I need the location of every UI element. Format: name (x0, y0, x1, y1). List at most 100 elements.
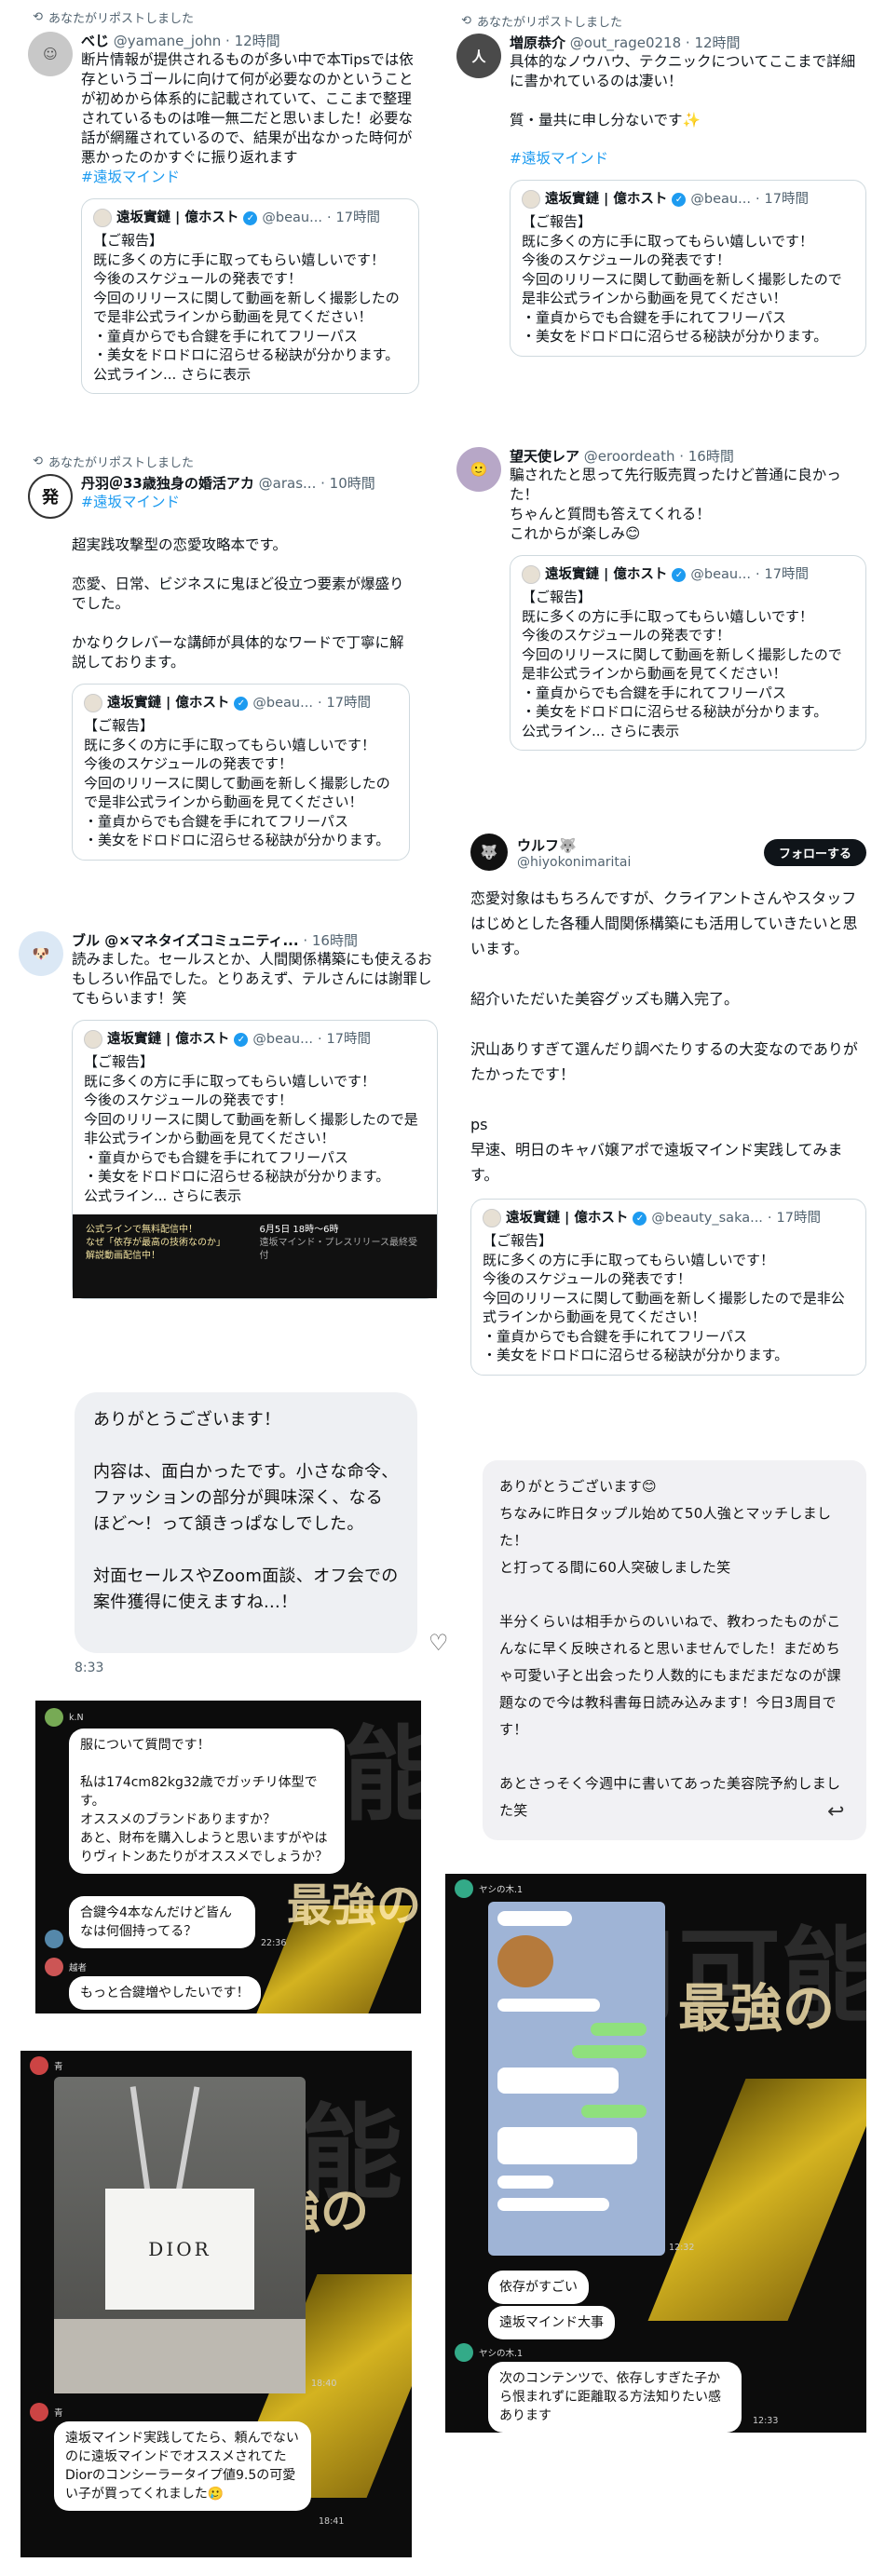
quoted-avatar (84, 1030, 102, 1049)
retweet-icon: ⟲ (33, 454, 43, 468)
quoted-tweet[interactable]: 遠坂實鏈 | 億ホスト ✓ @beauty_saka... · 17時間 【ご報告】 既… (470, 1199, 866, 1376)
tweet-text: 恋愛対象はもちろんですが、クライアントさんやスタッフはじめとした各種人間関係構築… (470, 889, 858, 1184)
chat-message: もっと合鍵増やしたいです！ (69, 1976, 261, 2010)
user-avatar[interactable] (30, 2403, 48, 2421)
tweet-buru[interactable]: 🐶 ブル @×マネタイズコミュニティ... · 16時間 読みました。セールスと… (19, 931, 438, 1360)
user-avatar[interactable] (30, 2056, 48, 2075)
avatar[interactable]: 🙂 (456, 447, 501, 492)
chat-time: 12:32 (669, 2243, 695, 2253)
tweet-niwa[interactable]: ⟲ あなたがリポストしました 発 丹羽＠33歳独身の婚活アカ @aras... ·… (28, 452, 419, 917)
tweet-text: 具体的なノウハウ、テクニックについてここまで詳細に書かれているのは凄い！ 質・量… (510, 53, 856, 129)
tweet-time[interactable]: 16時間 (688, 448, 734, 465)
show-more-link[interactable]: 公式ライン... さらに表示 (84, 1186, 426, 1205)
quoted-tweet[interactable]: 遠坂實鏈 | 億ホスト ✓ @beau... · 17時間 【ご報告】 既に多くの方に手… (72, 1020, 438, 1299)
user-avatar[interactable] (45, 1708, 63, 1727)
verified-icon: ✓ (243, 210, 258, 225)
user-avatar[interactable] (45, 1930, 63, 1948)
chat-time: 22:36 (261, 1938, 287, 1948)
dm-bubble-right: ありがとうございます😊 ちなみに昨日タップル始めて50人強とマッチしました！ と… (483, 1460, 866, 1840)
verified-icon: ✓ (234, 1032, 249, 1047)
avatar[interactable]: 🐺 (470, 834, 508, 871)
retweet-header: ⟲ あなたがリポストしました (28, 7, 419, 26)
quoted-text: 【ご報告】 既に多くの方に手に取ってもらい嬉しいです！ 今後のスケジュールの発表… (84, 717, 390, 848)
author-handle[interactable]: @yamane_john (114, 33, 221, 49)
quoted-text: 【ご報告】 既に多くの方に手に取ってもらい嬉しいです！ 今後のスケジュールの発表… (84, 1053, 418, 1185)
quoted-avatar (483, 1209, 501, 1227)
banner-sub: 遠坂マインド・プレスリリース最終受付 (259, 1237, 418, 1261)
avatar[interactable]: 🐶 (19, 931, 63, 976)
author-handle[interactable]: @eroordeath (584, 448, 675, 465)
chat-message: 遠坂マインド実践してたら、頼んでないのに遠坂マインドでオススメされてたDiorの… (54, 2421, 311, 2511)
quoted-text: 【ご報告】 既に多くの方に手に取ってもらい嬉しいです！ 今後のスケジュールの発表… (522, 213, 842, 345)
avatar[interactable]: 発 (28, 474, 73, 519)
retweet-icon: ⟲ (461, 13, 471, 28)
dm-time: 8:33 (75, 1661, 104, 1675)
hashtag[interactable]: #遠坂マインド (81, 168, 419, 187)
tweet-bezi[interactable]: ⟲ あなたがリポストしました ☺ べじ @yamane_john · 12時間 断… (28, 7, 419, 445)
tweet-wolf[interactable]: 🐺 ウルフ🐺 @hiyokonimaritai フォローする 恋愛対象はもちろん… (470, 834, 866, 1430)
tweet-time[interactable]: 12時間 (235, 33, 280, 49)
hashtag[interactable]: #遠坂マインド (81, 493, 419, 512)
tweet-text: 超実践攻撃型の恋愛攻略本です。 恋愛、日常、ビジネスに鬼ほど役立つ要素が爆盛りで… (72, 536, 404, 671)
author-handle[interactable]: @hiyokonimaritai (517, 855, 755, 870)
show-more-link[interactable]: 公式ライン... さらに表示 (522, 722, 854, 740)
verified-icon: ✓ (672, 567, 687, 582)
author-handle[interactable]: @aras... (259, 475, 317, 492)
follow-button[interactable]: フォローする (763, 838, 866, 866)
retweet-header: ⟲ あなたがリポストしました (456, 11, 866, 30)
chat-message: 遠坂マインド大事 (488, 2306, 615, 2339)
chat-message: 依存がすごい (488, 2271, 589, 2304)
chat-username: 青 (54, 2408, 63, 2419)
show-more-link[interactable]: 公式ライン... さらに表示 (93, 365, 407, 384)
like-heart-icon[interactable]: ♡ (429, 1630, 449, 1656)
chat-time: 18:41 (319, 2516, 345, 2527)
tweet-time[interactable]: 16時間 (312, 932, 358, 949)
chat-username: 青 (54, 2062, 63, 2072)
user-avatar[interactable] (455, 2343, 473, 2362)
hashtag[interactable]: #遠坂マインド (510, 149, 866, 169)
author-name[interactable]: 望天使レア (510, 448, 579, 465)
dm-bubble-left: ありがとうございます！ 内容は、面白かったです。小さな命令、ファッションの部分が… (75, 1392, 417, 1653)
author-name[interactable]: 増原恭介 (510, 34, 565, 51)
tweet-text: 読みました。セールスとか、人間関係構築にも使えるおもしろい作品でした。とりあえず… (72, 951, 432, 1007)
tweet-time[interactable]: 12時間 (694, 34, 740, 51)
author-name[interactable]: べじ (81, 33, 109, 49)
bg-text: 最強の (287, 1879, 421, 1932)
avatar[interactable]: 人 (456, 34, 501, 78)
author-handle[interactable]: @out_rage0218 (570, 34, 681, 51)
banner-left-text: 公式ラインで無料配信中！ なぜ「依存が最高の技術なのか」 解説動画配信中！ (86, 1224, 225, 1261)
chat-username: k.N (69, 1712, 84, 1723)
quoted-tweet[interactable]: 遠坂實鏈 | 億ホスト ✓ @beau... · 17時間 【ご報告】 既に多くの方に手… (510, 180, 866, 357)
chat-screenshot-3: 可能 強の 青 DIOR 18:40 青 遠坂マインド実践してたら、頼んでないの… (20, 2051, 412, 2557)
user-avatar[interactable] (455, 1879, 473, 1898)
quoted-text: 【ご報告】 既に多くの方に手に取ってもらい嬉しいです！ 今後のスケジュールの発表… (522, 589, 842, 720)
user-avatar[interactable] (45, 1958, 63, 1976)
quoted-tweet[interactable]: 遠坂實鏈 | 億ホスト ✓ @beau... · 17時間 【ご報告】 既に多くの方に手… (72, 684, 410, 861)
reply-arrow-icon[interactable]: ↩ (827, 1800, 844, 1824)
banner-date: 6月5日 18時〜6時 (259, 1224, 339, 1235)
retweet-header: ⟲ あなたがリポストしました (28, 452, 419, 470)
verified-icon: ✓ (672, 192, 687, 207)
quoted-tweet[interactable]: 遠坂實鏈 | 億ホスト ✓ @beau... · 17時間 【ご報告】 既に多くの方に手… (510, 555, 866, 751)
gold-decoration (647, 2079, 866, 2321)
promo-banner-image[interactable]: 公式ラインで無料配信中！ なぜ「依存が最高の技術なのか」 解説動画配信中！ 6月… (73, 1213, 437, 1298)
tweet-time[interactable]: 10時間 (330, 475, 375, 492)
author-name[interactable]: ウルフ🐺 (517, 835, 755, 855)
tweet-erecia[interactable]: 🙂 望天使レア @eroordeath · 16時間 騙されたと思って先行販売買… (456, 447, 866, 801)
quoted-avatar (522, 190, 540, 209)
verified-icon: ✓ (234, 696, 249, 711)
line-chat-screenshot-image[interactable] (488, 1902, 665, 2256)
verified-icon: ✓ (633, 1211, 647, 1226)
chat-username: ヤシの木.1 (479, 1885, 524, 1895)
author-name[interactable]: ブル @×マネタイズコミュニティ... (72, 932, 299, 949)
dior-bag-photo[interactable]: DIOR (54, 2077, 306, 2393)
chat-screenshot-2: 用可能 最強の ヤシの木.1 12:32 依存がすごい 遠坂マインド大事 ヤシの… (445, 1874, 866, 2433)
chat-username: 越者 (69, 1963, 88, 1973)
author-name[interactable]: 丹羽＠33歳独身の婚活アカ (81, 475, 254, 492)
chat-time: 18:40 (311, 2379, 337, 2389)
bear-sticker-icon (497, 1935, 553, 1987)
avatar[interactable]: ☺ (28, 32, 73, 76)
dior-logo: DIOR (105, 2189, 254, 2310)
quoted-tweet[interactable]: 遠坂實鏈 | 億ホスト ✓ @beau... · 17時間 【ご報告】 既に多くの方に手… (81, 198, 419, 394)
tweet-masuhara[interactable]: ⟲ あなたがリポストしました 人 増原恭介 @out_rage0218 · 12時… (456, 11, 866, 412)
